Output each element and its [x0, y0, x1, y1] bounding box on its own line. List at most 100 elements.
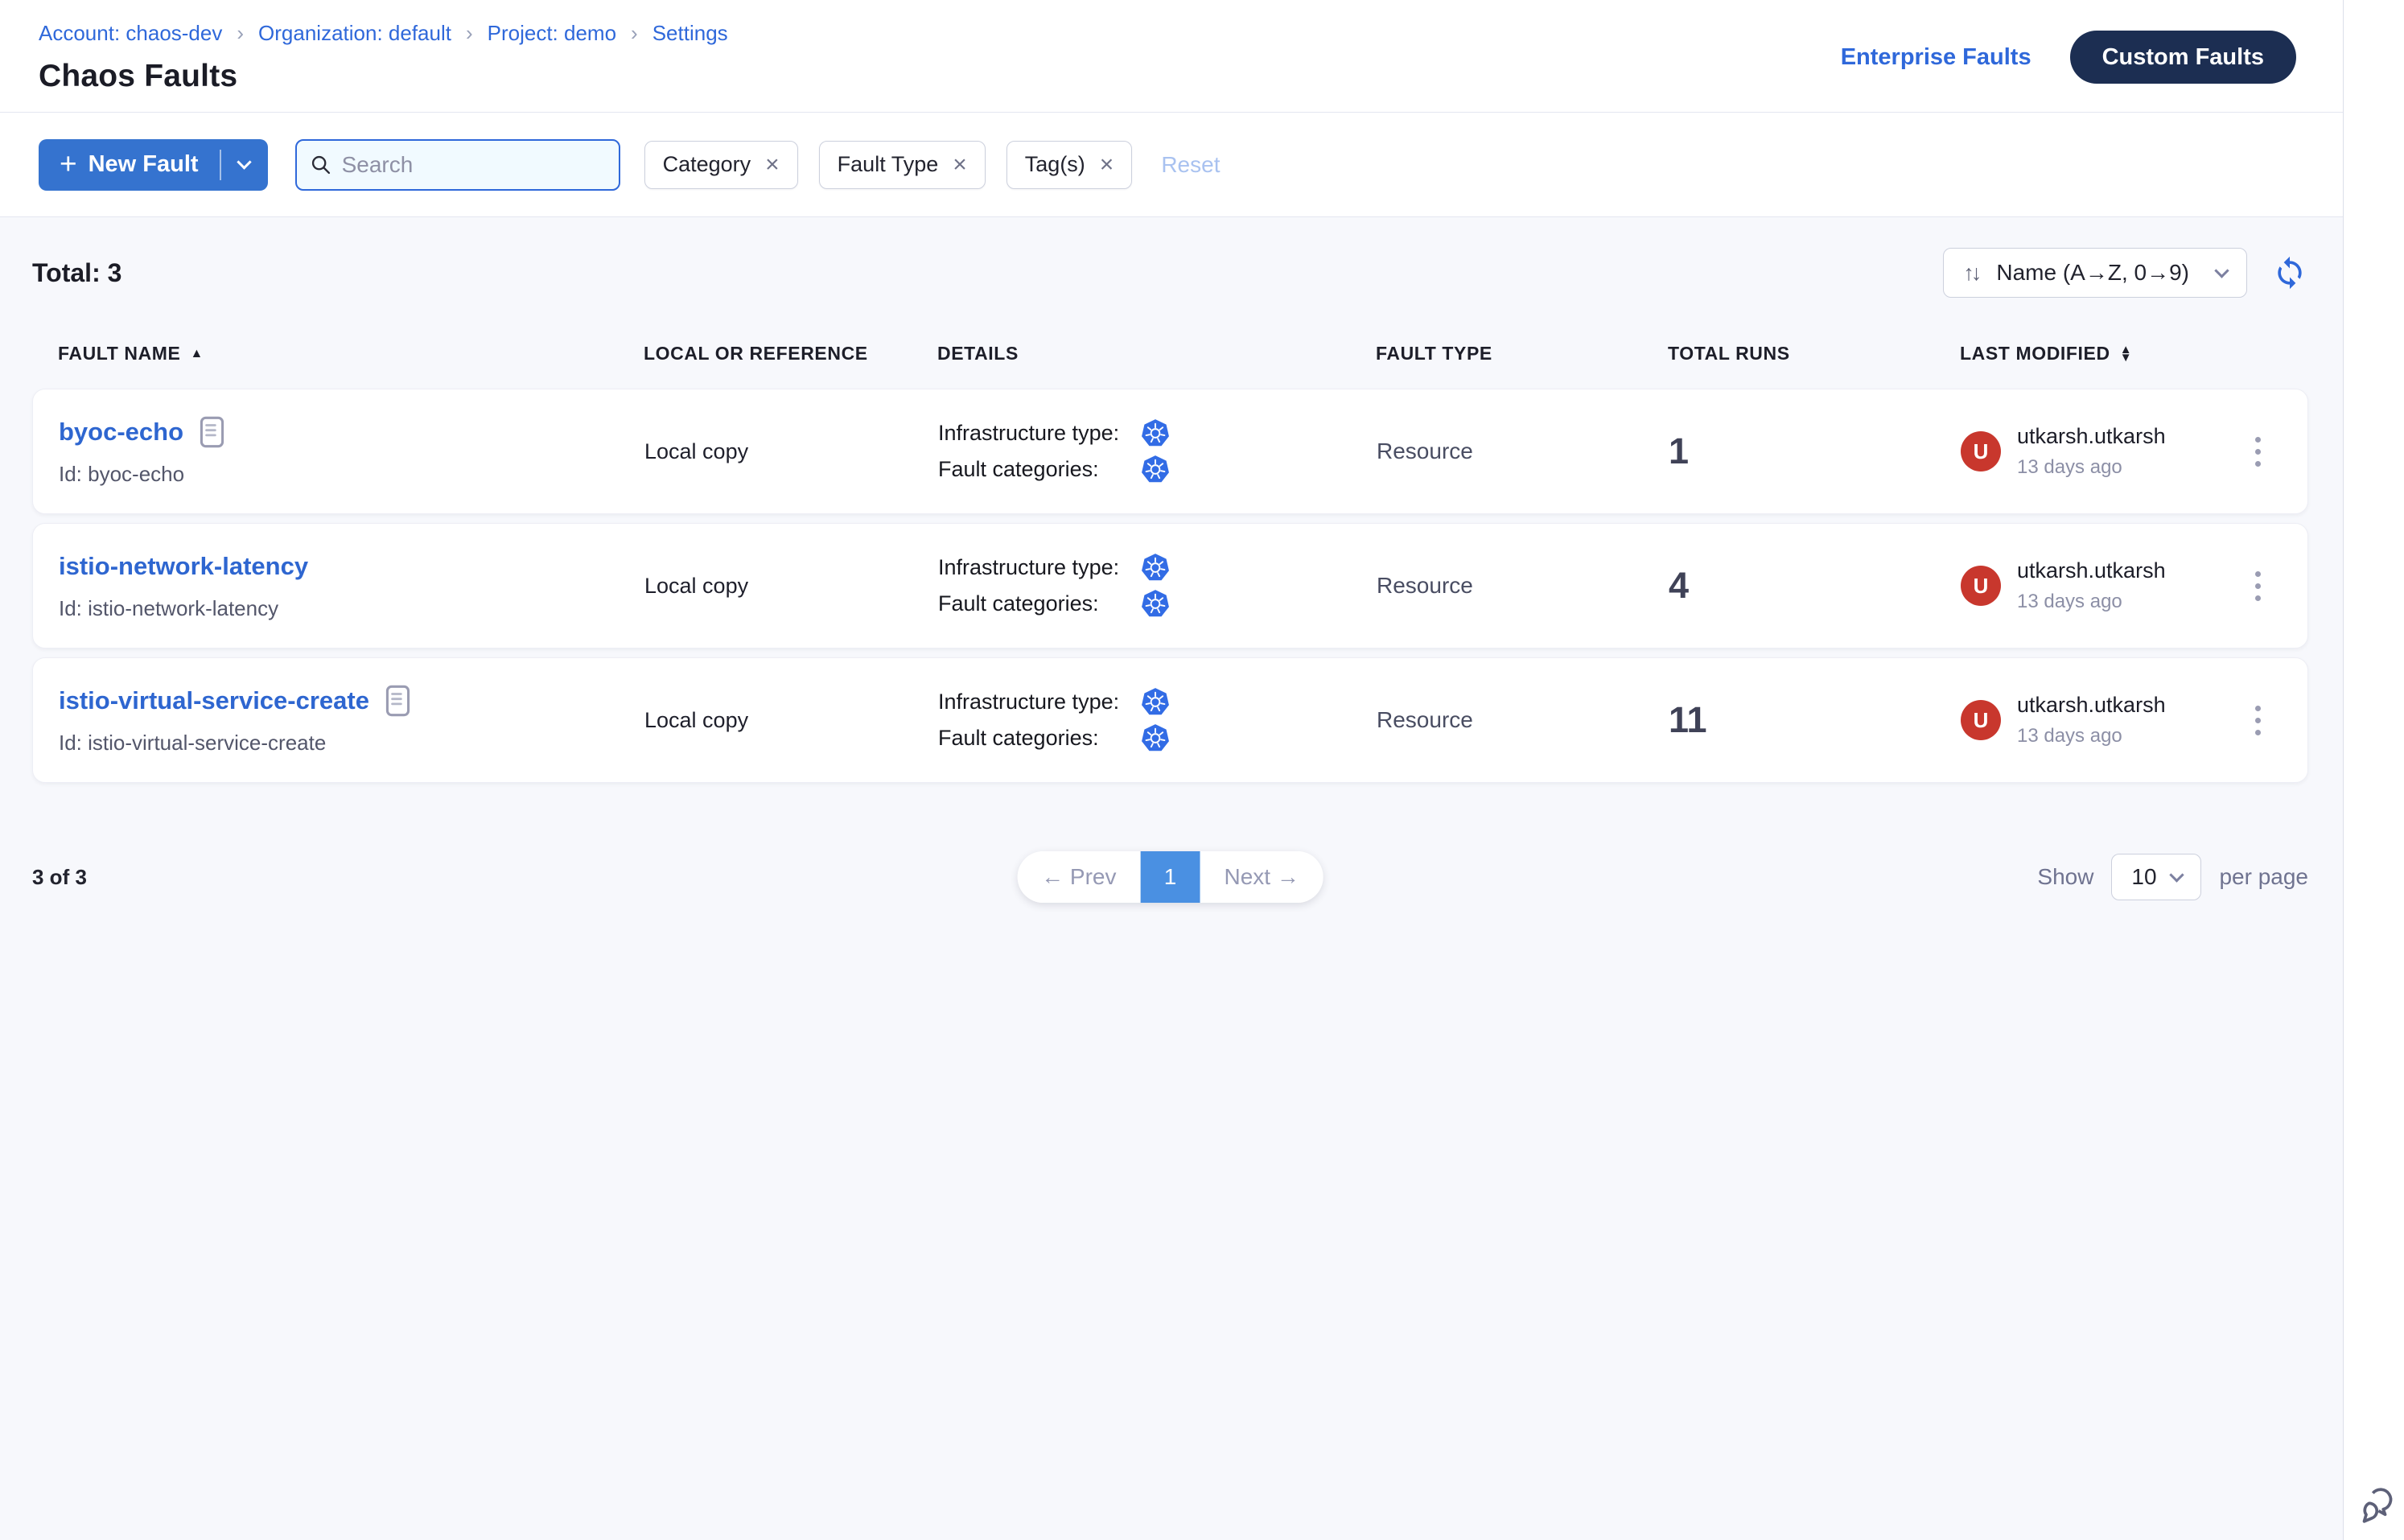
kubernetes-icon: [1141, 455, 1170, 484]
filter-chip-label: Fault Type: [838, 152, 939, 177]
fault-name-cell: istio-virtual-service-create Id: istio-v…: [59, 685, 644, 756]
filter-chip-category[interactable]: Category ×: [644, 141, 798, 189]
last-modified-cell: U utkarsh.utkarsh 13 days ago: [1961, 424, 2240, 479]
new-fault-dropdown-button[interactable]: [221, 139, 268, 191]
avatar: U: [1961, 431, 2001, 471]
page-size-value: 10: [2131, 864, 2156, 890]
total-runs-value: 11: [1669, 699, 1961, 741]
pagination-range: 3 of 3: [32, 865, 87, 890]
fault-type-value: Resource: [1377, 573, 1669, 599]
show-label: Show: [2037, 864, 2093, 890]
fault-row: istio-virtual-service-create Id: istio-v…: [32, 657, 2308, 783]
infrastructure-type-label: Infrastructure type:: [938, 690, 1141, 714]
toolbar: + New Fault Category × Fault Type: [0, 113, 2343, 217]
row-menu-button[interactable]: [2240, 429, 2275, 475]
column-header-total-runs: TOTAL RUNS: [1668, 343, 1960, 364]
enterprise-faults-link[interactable]: Enterprise Faults: [1841, 44, 2031, 71]
total-runs-value: 4: [1669, 565, 1961, 607]
breadcrumb-separator-icon: ›: [237, 21, 244, 46]
last-modified-cell: U utkarsh.utkarsh 13 days ago: [1961, 693, 2240, 747]
chevron-down-icon: [237, 154, 251, 169]
remove-filter-icon[interactable]: ×: [1100, 153, 1114, 177]
breadcrumb-organization[interactable]: Organization: default: [258, 21, 451, 46]
content-area: Total: 3 ↑↓ Name (A→Z, 0→9) FAULT NAME: [0, 217, 2343, 1540]
next-page-button[interactable]: Next →: [1200, 851, 1323, 903]
infrastructure-type-label: Infrastructure type:: [938, 555, 1141, 580]
fault-name-link[interactable]: istio-network-latency: [59, 552, 308, 581]
filter-chip-label: Tag(s): [1025, 152, 1085, 177]
fault-row: istio-network-latency Id: istio-network-…: [32, 523, 2308, 649]
fault-name-cell: byoc-echo Id: byoc-echo: [59, 416, 644, 487]
fault-id: Id: istio-virtual-service-create: [59, 731, 644, 756]
fault-type-value: Resource: [1377, 439, 1669, 464]
breadcrumb-separator-icon: ›: [631, 21, 638, 46]
filter-chip-tags[interactable]: Tag(s) ×: [1006, 141, 1133, 189]
fault-categories-label: Fault categories:: [938, 591, 1141, 616]
local-or-reference-value: Local copy: [644, 574, 938, 599]
refresh-button[interactable]: [2271, 254, 2308, 291]
table-header-row: FAULT NAME ▲ LOCAL OR REFERENCE DETAILS …: [32, 343, 2308, 364]
search-box: [295, 139, 620, 191]
avatar: U: [1961, 566, 2001, 606]
manifest-icon[interactable]: [200, 416, 224, 448]
modified-when: 13 days ago: [2017, 456, 2166, 479]
breadcrumb-account[interactable]: Account: chaos-dev: [39, 21, 222, 46]
fault-row: byoc-echo Id: byoc-echo Local copy Infra…: [32, 389, 2308, 514]
infrastructure-type-label: Infrastructure type:: [938, 421, 1141, 446]
details-cell: Infrastructure type: Fault categories:: [938, 546, 1377, 625]
chat-help-button[interactable]: [2354, 1484, 2394, 1529]
pager: ← Prev 1 Next →: [1017, 851, 1323, 903]
chaos-faults-page: Account: chaos-dev › Organization: defau…: [0, 0, 2404, 1540]
fault-categories-label: Fault categories:: [938, 726, 1141, 751]
new-fault-button[interactable]: + New Fault: [39, 139, 220, 191]
sort-dropdown[interactable]: ↑↓ Name (A→Z, 0→9): [1943, 248, 2247, 298]
chevron-down-icon: [2214, 263, 2229, 278]
filter-chip-label: Category: [663, 152, 751, 177]
page-header: Account: chaos-dev › Organization: defau…: [0, 0, 2343, 113]
sort-both-icon: ▲▼: [2120, 346, 2132, 362]
column-header-fault-name[interactable]: FAULT NAME ▲: [58, 343, 644, 364]
page-size-dropdown[interactable]: 10: [2111, 854, 2201, 900]
modified-by: utkarsh.utkarsh: [2017, 424, 2166, 449]
fault-name-cell: istio-network-latency Id: istio-network-…: [59, 550, 644, 621]
fault-list: byoc-echo Id: byoc-echo Local copy Infra…: [32, 389, 2308, 783]
chat-icon: [2354, 1484, 2394, 1525]
breadcrumb-separator-icon: ›: [466, 21, 473, 46]
filter-chips: Category × Fault Type × Tag(s) ×: [644, 141, 1133, 189]
breadcrumb-settings[interactable]: Settings: [652, 21, 728, 46]
total-count: Total: 3: [32, 258, 121, 288]
search-input[interactable]: [342, 152, 606, 178]
kubernetes-icon: [1141, 589, 1170, 619]
prev-page-button[interactable]: ← Prev: [1017, 851, 1140, 903]
row-menu-button[interactable]: [2240, 563, 2275, 609]
remove-filter-icon[interactable]: ×: [953, 153, 967, 177]
row-menu-button[interactable]: [2240, 698, 2275, 743]
details-cell: Infrastructure type: Fault categories:: [938, 412, 1377, 491]
modified-when: 13 days ago: [2017, 725, 2166, 747]
remove-filter-icon[interactable]: ×: [765, 153, 780, 177]
fault-categories-label: Fault categories:: [938, 457, 1141, 482]
search-icon: [310, 154, 332, 176]
chevron-down-icon: [2169, 867, 2184, 882]
sort-dropdown-value: Name (A→Z, 0→9): [1996, 260, 2189, 286]
fault-name-link[interactable]: byoc-echo: [59, 418, 183, 447]
last-modified-cell: U utkarsh.utkarsh 13 days ago: [1961, 558, 2240, 613]
fault-name-link[interactable]: istio-virtual-service-create: [59, 686, 369, 715]
column-header-details: DETAILS: [937, 343, 1376, 364]
manifest-icon[interactable]: [385, 685, 410, 717]
filter-chip-fault-type[interactable]: Fault Type ×: [819, 141, 986, 189]
custom-faults-button[interactable]: Custom Faults: [2070, 31, 2296, 84]
breadcrumb-project[interactable]: Project: demo: [488, 21, 616, 46]
local-or-reference-value: Local copy: [644, 708, 938, 733]
modified-by: utkarsh.utkarsh: [2017, 558, 2166, 583]
reset-filters-button[interactable]: Reset: [1161, 152, 1220, 178]
new-fault-label: New Fault: [89, 151, 199, 178]
column-header-local-or-reference: LOCAL OR REFERENCE: [644, 343, 937, 364]
right-side-strip: [2344, 0, 2404, 1540]
current-page-button[interactable]: 1: [1141, 851, 1200, 903]
column-header-last-modified[interactable]: LAST MODIFIED ▲▼: [1960, 343, 2241, 364]
fault-type-value: Resource: [1377, 707, 1669, 733]
modified-when: 13 days ago: [2017, 591, 2166, 613]
kubernetes-icon: [1141, 418, 1170, 448]
sort-ascending-icon: ▲: [191, 348, 204, 360]
